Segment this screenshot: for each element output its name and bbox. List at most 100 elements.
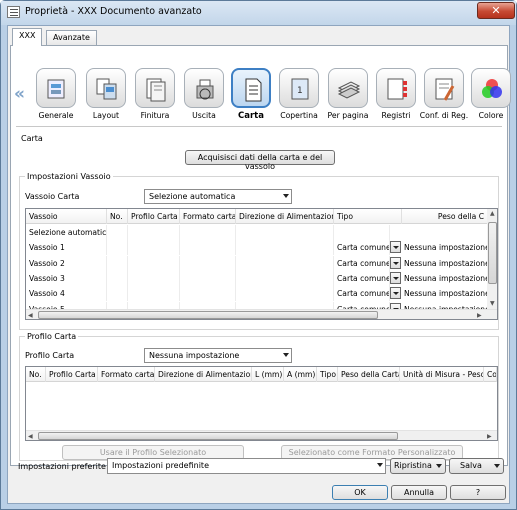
category-colore[interactable]: Colore — [469, 68, 513, 124]
scroll-right-small-icon[interactable]: ▶ — [477, 312, 482, 319]
table-cell — [180, 240, 236, 256]
scroll-right-small-icon[interactable]: ▶ — [487, 433, 492, 440]
cell-tipo: Carta comune — [334, 240, 390, 256]
restore-button[interactable]: Ripristina — [390, 458, 446, 474]
tray-vertical-scrollbar[interactable]: ▲ ▼ — [487, 209, 497, 309]
tray-label: Vassoio Carta — [25, 192, 80, 201]
cell-peso: Nessuna impostazione — [402, 240, 488, 256]
preferences-select[interactable]: Impostazioni predefinite — [107, 458, 386, 474]
category-per-pagina[interactable]: Per pagina — [326, 68, 370, 124]
cell-vassoio: Vassoio 3 — [26, 270, 107, 286]
category-registri[interactable]: Registri — [374, 68, 418, 124]
restore-label: Ripristina — [394, 461, 432, 470]
table-cell — [236, 255, 334, 271]
paper-profile-section-title: Profilo Carta — [25, 332, 79, 341]
col-direzione[interactable]: Direzione di Alimentazione — [155, 367, 252, 382]
col-no[interactable]: No. — [26, 367, 46, 382]
table-row[interactable]: Vassoio 4 Carta comune Nessuna impostazion… — [26, 286, 496, 302]
col-larghezza[interactable]: L (mm) — [252, 367, 284, 382]
window-title: Proprietà - XXX Documento avanzato — [25, 6, 202, 17]
save-button[interactable]: Salva — [449, 458, 504, 474]
col-tipo[interactable]: Tipo — [334, 209, 402, 224]
cell-peso — [402, 225, 488, 240]
table-cell — [107, 270, 128, 286]
output-icon — [196, 79, 214, 100]
cell-peso: Nessuna impostazione — [402, 255, 488, 271]
ok-button[interactable]: OK — [332, 485, 388, 500]
window-icon — [7, 6, 20, 18]
close-button[interactable]: ✕ — [477, 2, 515, 19]
col-co[interactable]: Co — [484, 367, 497, 382]
paper-profile-table-header: No. Profilo Carta Formato carta Direzion… — [26, 367, 497, 382]
cell-tipo — [334, 225, 390, 240]
help-button[interactable]: ? — [450, 485, 506, 500]
table-row[interactable]: Vassoio 3 Carta comune Nessuna impostazion… — [26, 270, 496, 286]
table-cell — [236, 286, 334, 302]
col-peso[interactable]: Peso della C — [402, 209, 488, 224]
cell-dropdown-button[interactable] — [390, 241, 401, 254]
tray-select[interactable]: Selezione automatica — [144, 189, 292, 204]
table-cell — [180, 255, 236, 271]
tray-table: Vassoio No. Profilo Carta Formato carta … — [25, 208, 498, 320]
scroll-up-icon[interactable]: ▲ — [490, 210, 495, 217]
paper-icon — [245, 78, 262, 102]
acquire-paper-data-button[interactable]: Acquisisci dati della carta e del vassoi… — [185, 150, 335, 171]
table-cell — [107, 286, 128, 302]
paper-profile-value: Nessuna impostazione — [149, 351, 240, 360]
cell-dropdown-button[interactable] — [390, 271, 401, 284]
col-altezza[interactable]: A (mm) — [284, 367, 317, 382]
col-no[interactable]: No. — [107, 209, 128, 224]
svg-text:1: 1 — [297, 86, 303, 96]
category-uscita[interactable]: Uscita — [182, 68, 226, 124]
paper-profile-label: Profilo Carta — [25, 351, 75, 360]
paper-profile-table: No. Profilo Carta Formato carta Direzion… — [25, 366, 498, 441]
tray-horizontal-scrollbar[interactable]: ◀ ▶ — [26, 309, 497, 319]
col-profilo-carta[interactable]: Profilo Carta — [46, 367, 98, 382]
table-cell — [180, 225, 236, 240]
table-cell — [128, 225, 180, 240]
cell-tipo: Carta comune — [334, 270, 390, 286]
table-cell — [236, 225, 334, 240]
table-row[interactable]: Selezione automatica — [26, 225, 496, 240]
category-carta[interactable]: Carta — [229, 68, 273, 124]
col-peso[interactable]: Peso della Carta — [338, 367, 400, 382]
col-formato-carta[interactable]: Formato carta — [98, 367, 155, 382]
cell-dropdown-button[interactable] — [390, 256, 401, 269]
category-conf-reg[interactable]: Conf. di Reg. — [420, 68, 468, 124]
chevron-down-icon[interactable] — [494, 464, 500, 468]
category-label: Generale — [38, 111, 74, 120]
cell-dropdown-button[interactable] — [390, 287, 401, 300]
table-row[interactable]: Vassoio 1 Carta comune Nessuna impostazion… — [26, 240, 496, 256]
scroll-down-icon[interactable]: ▼ — [490, 300, 495, 307]
scroll-left-icon[interactable]: « — [14, 84, 25, 104]
scroll-left-small-icon[interactable]: ◀ — [28, 433, 33, 440]
chevron-down-icon[interactable] — [436, 464, 442, 468]
paper-profile-select[interactable]: Nessuna impostazione — [144, 348, 292, 363]
col-tipo[interactable]: Tipo — [317, 367, 338, 382]
col-unita-peso[interactable]: Unità di Misura - Peso — [400, 367, 484, 382]
table-cell — [128, 286, 180, 302]
scroll-thumb[interactable] — [488, 222, 497, 284]
tray-table-header: Vassoio No. Profilo Carta Formato carta … — [26, 209, 488, 224]
scroll-left-small-icon[interactable]: ◀ — [28, 312, 33, 319]
table-row[interactable]: Vassoio 2 Carta comune Nessuna impostazion… — [26, 255, 496, 271]
general-icon — [47, 79, 65, 99]
tab-xxx[interactable]: XXX — [12, 28, 43, 46]
col-vassoio[interactable]: Vassoio — [26, 209, 107, 224]
category-finitura[interactable]: Finitura — [133, 68, 177, 124]
category-toolbar: Generale Layout Finitura Uscita Carta 1 … — [31, 68, 511, 124]
scroll-thumb[interactable] — [38, 311, 378, 319]
col-profilo-carta[interactable]: Profilo Carta — [128, 209, 180, 224]
profile-horizontal-scrollbar[interactable]: ◀ ▶ — [26, 430, 497, 440]
col-formato-carta[interactable]: Formato carta — [180, 209, 236, 224]
cell-peso: Nessuna impostazione — [402, 286, 488, 302]
title-bar[interactable]: Proprietà - XXX Documento avanzato ✕ — [1, 1, 516, 25]
tab-avanzate[interactable]: Avanzate — [46, 30, 97, 46]
cancel-button[interactable]: Annulla — [391, 485, 447, 500]
category-layout[interactable]: Layout — [84, 68, 128, 124]
scroll-thumb[interactable] — [38, 432, 398, 440]
category-generale[interactable]: Generale — [34, 68, 78, 124]
properties-window: Proprietà - XXX Documento avanzato ✕ XXX… — [0, 0, 517, 510]
col-direzione[interactable]: Direzione di Alimentazione — [236, 209, 334, 224]
category-copertina[interactable]: 1 Copertina — [277, 68, 321, 124]
